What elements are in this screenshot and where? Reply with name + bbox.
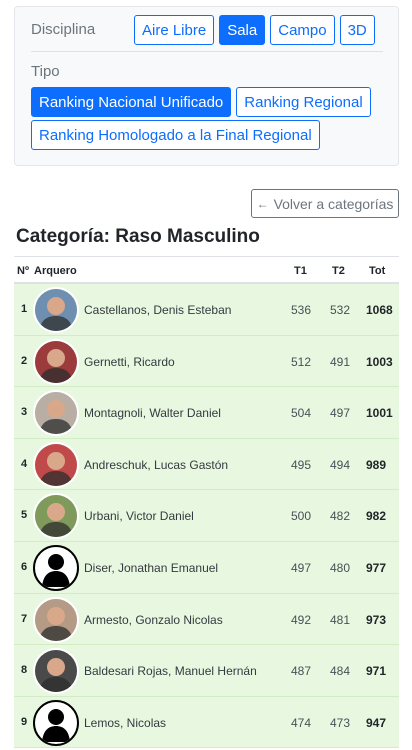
tipo-nacional-unificado-button[interactable]: Ranking Nacional Unificado [31, 87, 232, 117]
category-prefix: Categoría: [16, 226, 110, 247]
header-t1: T1 [294, 265, 307, 277]
tipo-label: Tipo [31, 63, 60, 80]
disciplina-label: Disciplina [31, 21, 96, 38]
disciplina-campo-button[interactable]: Campo [270, 15, 335, 45]
score-t2: 484 [330, 664, 351, 679]
score-tot: 982 [366, 509, 387, 524]
table-row[interactable]: 1 Castellanos, Denis Esteban 536 532 1068 [14, 284, 399, 336]
avatar [33, 338, 79, 385]
header-t2: T2 [332, 265, 345, 277]
avatar [33, 596, 79, 643]
divider [31, 51, 383, 52]
score-tot: 947 [366, 715, 387, 730]
avatar-placeholder-icon [33, 544, 79, 591]
row-position: 9 [21, 715, 28, 728]
table-row[interactable]: 9 Lemos, Nicolas 474 473 947 [14, 696, 399, 749]
archer-name[interactable]: Baldesari Rojas, Manuel Hernán [84, 664, 257, 678]
score-t2: 480 [330, 560, 351, 575]
score-t1: 504 [291, 406, 312, 421]
avatar-placeholder-icon [33, 699, 79, 746]
row-position: 3 [21, 406, 28, 419]
score-t1: 497 [291, 560, 312, 575]
disciplina-3d-button[interactable]: 3D [339, 15, 375, 45]
score-t1: 474 [291, 715, 312, 730]
score-t1: 495 [291, 457, 312, 472]
archer-name[interactable]: Montagnoli, Walter Daniel [84, 406, 221, 420]
score-t2: 482 [330, 509, 351, 524]
score-t1: 536 [291, 303, 312, 317]
score-t1: 487 [291, 664, 312, 679]
score-t1: 512 [291, 354, 312, 369]
archer-name[interactable]: Lemos, Nicolas [84, 716, 166, 730]
table-row[interactable]: 7 Armesto, Gonzalo Nicolas 492 481 973 [14, 593, 399, 646]
arrow-left-icon: ← [256, 196, 269, 211]
category-name: Raso Masculino [115, 226, 260, 247]
score-tot: 1001 [366, 406, 393, 421]
header-pos: Nº [17, 265, 29, 277]
back-to-categories-button[interactable]: ← Volver a categorías [251, 189, 399, 218]
score-tot: 973 [366, 612, 387, 627]
score-t2: 497 [330, 406, 351, 421]
row-position: 1 [21, 303, 28, 315]
score-t1: 492 [291, 612, 312, 627]
score-t1: 500 [291, 509, 312, 524]
row-position: 7 [21, 612, 28, 625]
header-archer: Arquero [34, 265, 77, 277]
tipo-buttons-row: Ranking Nacional Unificado Ranking Regio… [31, 87, 371, 117]
avatar [33, 648, 79, 695]
table-row[interactable]: 2 Gernetti, Ricardo 512 491 1003 [14, 335, 399, 388]
row-position: 4 [21, 457, 28, 470]
archer-name[interactable]: Gernetti, Ricardo [84, 355, 175, 369]
avatar [33, 390, 79, 437]
score-t2: 473 [330, 715, 351, 730]
archer-name[interactable]: Urbani, Victor Daniel [84, 509, 194, 523]
avatar [33, 287, 79, 333]
score-t2: 532 [330, 303, 351, 317]
table-body: 1 Castellanos, Denis Esteban 536 532 1068 2 Ge… [14, 284, 399, 749]
table-row[interactable]: 6 Diser, Jonathan Emanuel 497 480 977 [14, 541, 399, 594]
avatar [33, 441, 79, 488]
table-row[interactable]: 5 Urbani, Victor Daniel 500 482 982 [14, 490, 399, 542]
table-row[interactable]: 8 Baldesari Rojas, Manuel Hernán 487 484 971 [14, 645, 399, 697]
disciplina-aire-libre-button[interactable]: Aire Libre [134, 15, 215, 45]
row-position: 2 [21, 354, 28, 367]
tipo-regional-button[interactable]: Ranking Regional [236, 87, 371, 117]
archer-name[interactable]: Armesto, Gonzalo Nicolas [84, 613, 223, 627]
filter-card: Disciplina Aire Libre Sala Campo 3D Tipo… [14, 6, 399, 166]
score-tot: 977 [366, 560, 387, 575]
table-row[interactable]: 4 Andreschuk, Lucas Gastón 495 494 989 [14, 438, 399, 491]
table-header: Nº Arquero T1 T2 Tot [14, 256, 399, 284]
score-t2: 491 [330, 354, 351, 369]
category-title: Categoría: Raso Masculino [16, 226, 260, 248]
back-button-label: Volver a categorías [273, 195, 394, 212]
disciplina-sala-button[interactable]: Sala [219, 15, 266, 45]
score-t2: 481 [330, 612, 351, 627]
row-position: 5 [21, 509, 28, 522]
archer-name[interactable]: Diser, Jonathan Emanuel [84, 561, 218, 575]
score-tot: 971 [366, 664, 387, 679]
ranking-table: Nº Arquero T1 T2 Tot 1 Castellanos, Denis… [14, 256, 399, 749]
disciplina-buttons: Aire Libre Sala Campo 3D [134, 15, 375, 45]
score-tot: 989 [366, 457, 387, 472]
header-tot: Tot [369, 265, 386, 277]
row-position: 8 [21, 664, 28, 677]
tipo-buttons-row-2: Ranking Homologado a la Final Regional [31, 120, 320, 150]
score-tot: 1003 [366, 354, 393, 369]
score-tot: 1068 [366, 303, 393, 317]
archer-name[interactable]: Castellanos, Denis Esteban [84, 303, 231, 317]
table-row[interactable]: 3 Montagnoli, Walter Daniel 504 497 1001 [14, 387, 399, 439]
avatar [33, 493, 79, 540]
row-position: 6 [21, 560, 28, 573]
score-t2: 494 [330, 457, 351, 472]
tipo-homologado-button[interactable]: Ranking Homologado a la Final Regional [31, 120, 320, 150]
archer-name[interactable]: Andreschuk, Lucas Gastón [84, 458, 228, 472]
